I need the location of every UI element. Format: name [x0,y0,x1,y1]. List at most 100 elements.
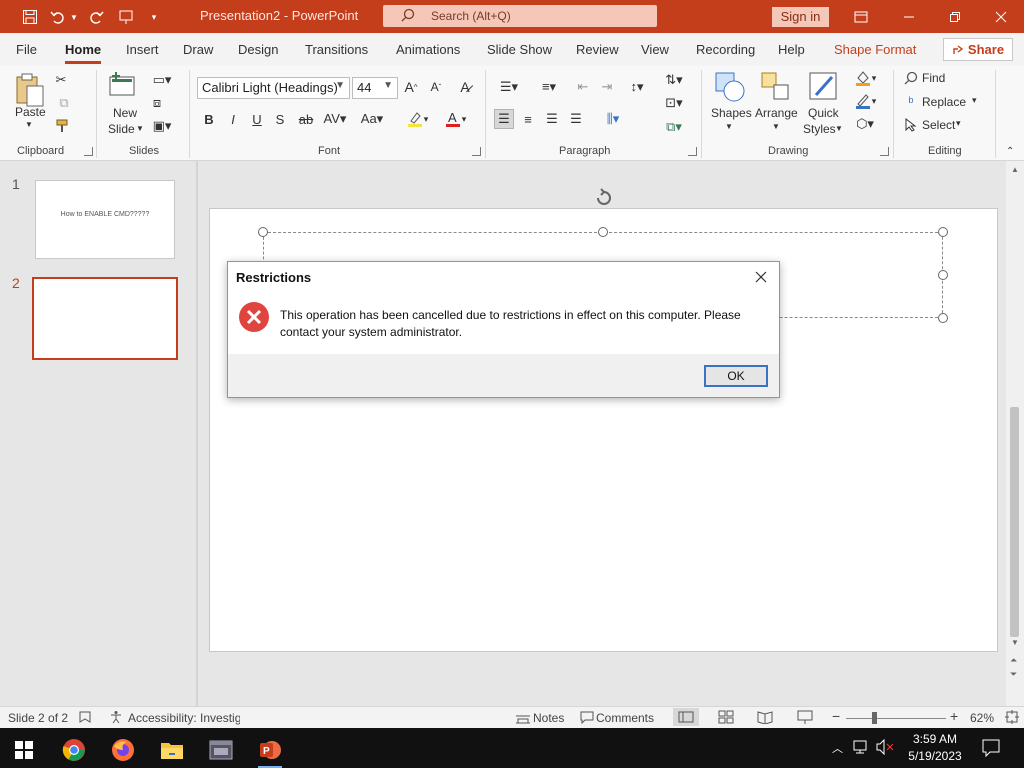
redo-icon[interactable] [86,7,106,27]
sign-in-button[interactable]: Sign in [772,7,829,27]
restore-icon[interactable] [932,0,978,33]
zoom-slider[interactable] [846,718,946,719]
font-dialog-launcher-icon[interactable] [472,147,481,156]
ok-button[interactable]: OK [704,365,768,387]
present-icon[interactable] [116,7,136,27]
clear-formatting-icon[interactable]: A̷ [456,77,474,97]
slide-show-icon[interactable] [797,710,813,727]
reading-view-icon[interactable] [757,710,773,727]
italic-icon[interactable]: I [224,109,242,129]
tab-shape-format[interactable]: Shape Format [834,42,916,57]
shapes-dropdown-icon[interactable]: ▼ [725,122,733,131]
select-dropdown-icon[interactable]: ▾ [956,118,961,129]
line-spacing-icon[interactable]: ↕▾ [622,77,652,97]
quick-styles-dropdown-icon[interactable]: ▼ [835,124,843,133]
arrange-icon[interactable] [760,71,792,103]
find-button[interactable]: Find [922,71,945,85]
tab-animations[interactable]: Animations [396,42,460,57]
dialog-close-icon[interactable] [749,266,773,288]
resize-handle[interactable] [938,227,948,237]
rotate-handle-icon[interactable] [593,187,615,209]
new-slide-label-2[interactable]: Slide [108,122,135,136]
tab-view[interactable]: View [641,42,669,57]
font-name-field[interactable]: Calibri Light (Headings) ▼ [197,77,350,99]
columns-icon[interactable]: ⫼▾ [598,109,628,129]
tab-home[interactable]: Home [65,42,102,64]
paste-dropdown-icon[interactable]: ▼ [25,120,33,129]
tab-design[interactable]: Design [238,42,278,57]
scroll-down-icon[interactable]: ▼ [1011,638,1019,647]
tab-file[interactable]: File [16,42,37,57]
select-icon[interactable] [904,116,918,134]
section-icon[interactable]: ▣▾ [148,118,176,134]
shapes-label[interactable]: Shapes [711,106,752,120]
resize-handle[interactable] [938,313,948,323]
close-icon[interactable] [978,0,1024,33]
align-center-icon[interactable]: ≡ [518,109,538,129]
undo-icon[interactable] [48,7,68,27]
comments-button[interactable]: Comments [596,711,654,725]
increase-font-size-icon[interactable]: A ^ [402,77,420,97]
replace-dropdown-icon[interactable]: ▾ [972,95,977,106]
layout-icon[interactable]: ▭▾ [148,72,176,88]
arrange-dropdown-icon[interactable]: ▼ [772,122,780,131]
vertical-scrollbar[interactable]: ▲ ▼ ⏶ ⏷ [1006,161,1024,706]
decrease-font-size-icon[interactable]: Aˇ [427,77,445,97]
normal-view-icon[interactable] [673,708,699,726]
chrome-icon[interactable] [54,732,94,768]
bold-icon[interactable]: B [200,109,218,129]
change-case-icon[interactable]: Aa▾ [357,109,387,129]
firefox-icon[interactable] [103,732,143,768]
accessibility-status[interactable]: Accessibility: Investigate [128,711,240,725]
notes-icon[interactable] [515,710,531,727]
new-slide-icon[interactable] [108,71,140,103]
undo-dropdown-icon[interactable]: ▼ [68,7,80,27]
show-hidden-icons-icon[interactable]: ︿ [832,740,843,756]
text-shadow-icon[interactable]: S [271,109,289,129]
shape-outline-icon[interactable]: ▾ [850,92,880,110]
decrease-indent-icon[interactable]: ⇤ [574,77,592,97]
terminal-icon[interactable] [201,732,241,768]
resize-handle[interactable] [258,227,268,237]
tab-slide-show[interactable]: Slide Show [487,42,552,57]
save-icon[interactable] [20,7,40,27]
tab-help[interactable]: Help [778,42,805,57]
font-color-icon[interactable]: A ▾ [440,109,470,129]
resize-handle[interactable] [938,270,948,280]
zoom-in-icon[interactable]: + [950,708,958,724]
tab-insert[interactable]: Insert [126,42,159,57]
increase-indent-icon[interactable]: ⇥ [598,77,616,97]
shapes-icon[interactable] [714,71,746,103]
slide-thumbnail-1[interactable]: How to ENABLE CMD????? [35,180,175,259]
tab-review[interactable]: Review [576,42,619,57]
numbering-icon[interactable]: ≡▾ [534,77,564,97]
underline-icon[interactable]: U [248,109,266,129]
bullets-icon[interactable]: ☰▾ [494,77,524,97]
new-slide-dropdown-icon[interactable]: ▼ [136,124,144,133]
arrange-label[interactable]: Arrange [755,106,798,120]
resize-handle[interactable] [598,227,608,237]
notes-button[interactable]: Notes [533,711,564,725]
next-slide-icon[interactable]: ⏷ [1010,669,1017,680]
zoom-out-icon[interactable]: − [832,708,840,724]
shape-fill-icon[interactable]: ▾ [850,69,880,87]
paragraph-dialog-launcher-icon[interactable] [688,147,697,156]
scrollbar-thumb[interactable] [1010,407,1019,637]
paste-label[interactable]: Paste [15,105,46,119]
highlight-color-icon[interactable]: ▾ [402,109,432,129]
format-painter-icon[interactable] [54,118,72,134]
search-input[interactable]: Search (Alt+Q) [383,5,657,27]
text-direction-icon[interactable]: ⇅▾ [660,71,688,89]
align-left-icon[interactable]: ☰ [494,109,514,129]
tab-recording[interactable]: Recording [696,42,755,57]
accessibility-icon[interactable] [109,710,123,727]
file-explorer-icon[interactable] [152,732,192,768]
powerpoint-icon[interactable]: P [250,732,290,768]
spelling-icon[interactable] [78,710,92,727]
collapse-ribbon-icon[interactable]: ⌃ [1006,146,1014,157]
clipboard-dialog-launcher-icon[interactable] [84,147,93,156]
quick-styles-label-1[interactable]: Quick [808,106,839,120]
tab-draw[interactable]: Draw [183,42,213,57]
copy-icon[interactable]: ⧉ [54,95,74,111]
reset-icon[interactable]: ⧈ [148,95,166,111]
